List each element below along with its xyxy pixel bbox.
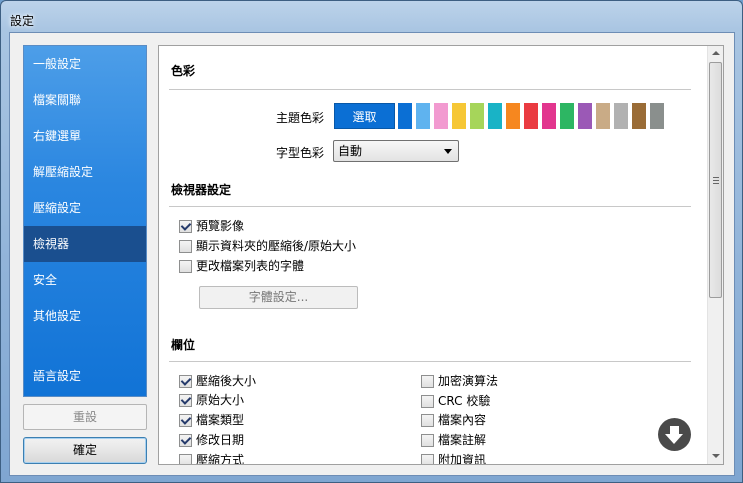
color-swatch-purple[interactable] <box>578 103 592 129</box>
sidebar: 一般設定 檔案關聯 右鍵選單 解壓縮設定 壓縮設定 檢視器 安全 其他設定 語言… <box>23 45 147 397</box>
checkbox[interactable] <box>421 395 434 408</box>
sidebar-item-general[interactable]: 一般設定 <box>24 46 146 82</box>
section-title-columns: 欄位 <box>171 338 196 352</box>
color-swatch-orange[interactable] <box>506 103 520 129</box>
theme-color-label: 主題色彩 <box>275 111 324 125</box>
divider <box>169 361 691 362</box>
checkbox-checked[interactable] <box>179 394 192 407</box>
settings-window: 設定 一般設定 檔案關聯 右鍵選單 解壓縮設定 壓縮設定 檢視器 安全 其他設定… <box>0 0 743 483</box>
section-title-color: 色彩 <box>171 64 196 78</box>
checkbox-checked[interactable] <box>179 375 192 388</box>
color-swatch-lime[interactable] <box>470 103 484 129</box>
font-color-value: 自動 <box>338 144 363 158</box>
checkbox-checked[interactable] <box>179 220 192 233</box>
choose-color-button[interactable]: 選取 <box>334 103 395 129</box>
color-swatch-pink[interactable] <box>434 103 448 129</box>
checkbox[interactable] <box>179 240 192 253</box>
checkbox-checked[interactable] <box>179 434 192 447</box>
scroll-up-arrow-icon[interactable] <box>712 51 720 55</box>
sidebar-item-viewer[interactable]: 檢視器 <box>24 226 146 262</box>
font-settings-button[interactable]: 字體設定... <box>199 286 358 309</box>
sidebar-item-extract[interactable]: 解壓縮設定 <box>24 154 146 190</box>
sidebar-item-security[interactable]: 安全 <box>24 262 146 298</box>
sidebar-item-context-menu[interactable]: 右鍵選單 <box>24 118 146 154</box>
font-color-select[interactable]: 自動 <box>333 140 459 162</box>
checkbox[interactable] <box>421 454 434 464</box>
color-swatch-green[interactable] <box>560 103 574 129</box>
sidebar-item-other[interactable]: 其他設定 <box>24 298 146 334</box>
checkbox[interactable] <box>421 434 434 447</box>
settings-content-panel: 色彩 主題色彩 選取 字型色彩 自動 檢視器設定 預覽影像 顯示資料夾的壓縮後/… <box>158 45 724 465</box>
divider <box>169 89 691 90</box>
title-bar[interactable]: 設定 <box>1 1 742 33</box>
chevron-down-icon <box>444 149 452 154</box>
sidebar-item-compress[interactable]: 壓縮設定 <box>24 190 146 226</box>
color-swatch-blue[interactable] <box>398 103 412 129</box>
reset-button[interactable]: 重設 <box>23 404 147 430</box>
divider <box>169 206 691 207</box>
ok-button[interactable]: 確定 <box>23 437 147 464</box>
vertical-scrollbar[interactable] <box>707 46 723 464</box>
color-swatch-light-blue[interactable] <box>416 103 430 129</box>
color-swatch-brown[interactable] <box>632 103 646 129</box>
color-swatch-yellow[interactable] <box>452 103 466 129</box>
color-swatch-gray[interactable] <box>614 103 628 129</box>
checkbox-checked[interactable] <box>179 414 192 427</box>
scroll-down-arrow-icon[interactable] <box>712 454 720 458</box>
color-swatch-red[interactable] <box>524 103 538 129</box>
checkbox[interactable] <box>421 375 434 388</box>
sidebar-item-file-association[interactable]: 檔案關聯 <box>24 82 146 118</box>
section-title-viewer: 檢視器設定 <box>171 183 232 197</box>
sidebar-item-language[interactable]: 語言設定 <box>24 358 146 394</box>
font-color-label: 字型色彩 <box>275 146 324 160</box>
checkbox[interactable] <box>421 414 434 427</box>
color-swatch-dark-gray[interactable] <box>650 103 664 129</box>
color-swatch-magenta[interactable] <box>542 103 556 129</box>
color-swatch-teal[interactable] <box>488 103 502 129</box>
client-area: 一般設定 檔案關聯 右鍵選單 解壓縮設定 壓縮設定 檢視器 安全 其他設定 語言… <box>9 32 735 476</box>
checkbox[interactable] <box>179 454 192 464</box>
color-swatch-tan[interactable] <box>596 103 610 129</box>
scroll-down-icon[interactable] <box>658 418 691 451</box>
window-title: 設定 <box>10 14 35 28</box>
scrollbar-thumb[interactable] <box>709 62 722 298</box>
checkbox[interactable] <box>179 260 192 273</box>
grip-icon <box>713 177 719 184</box>
